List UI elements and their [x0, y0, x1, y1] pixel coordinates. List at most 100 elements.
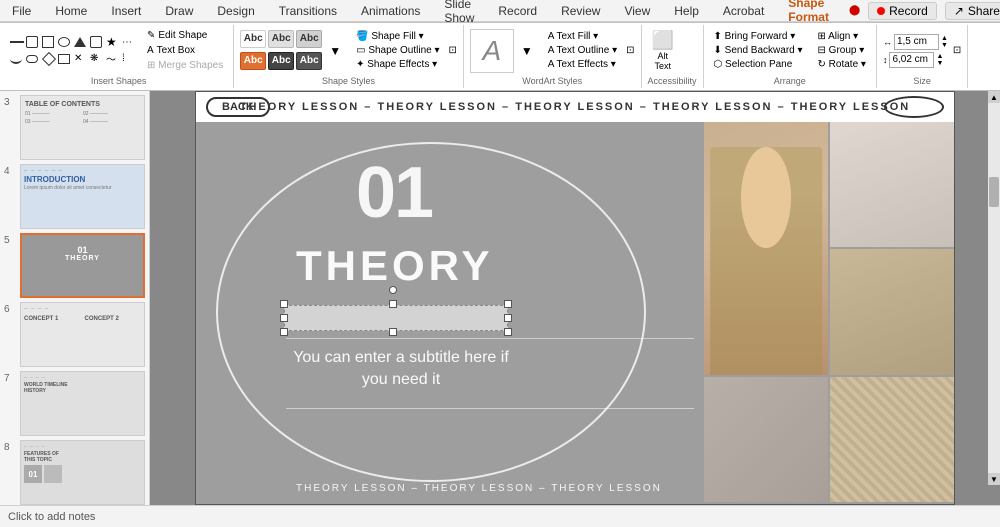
vertical-scrollbar[interactable]: ▲ ▼	[988, 91, 1000, 485]
menu-help[interactable]: Help	[670, 2, 703, 20]
width-input[interactable]	[894, 34, 939, 50]
scroll-down-btn[interactable]: ▼	[988, 473, 1000, 485]
bring-forward-btn[interactable]: ⬆ Bring Forward ▾	[710, 30, 807, 43]
style-abc-3[interactable]: Abc	[296, 30, 322, 48]
scroll-thumb[interactable]	[989, 177, 999, 207]
selection-handle-tl[interactable]	[280, 300, 288, 308]
shape-more[interactable]: ⋯	[122, 37, 136, 48]
shape-cloud[interactable]	[26, 55, 38, 63]
canvas-area: BACK THEORY LESSON – THEORY LESSON – THE…	[150, 91, 1000, 505]
shape-fill-btn[interactable]: 🪣 Shape Fill ▾	[352, 30, 443, 43]
scroll-up-btn[interactable]: ▲	[988, 91, 1000, 103]
selection-handle-ml[interactable]	[280, 314, 288, 322]
menu-draw[interactable]: Draw	[161, 2, 197, 20]
size-content: ↔ ▲▼ ↕ ▲▼ ⊡	[883, 27, 961, 74]
slide-img-4[interactable]: ─ ─ ─ ─ ─ ─ INTRODUCTION Lorem ipsum dol…	[20, 164, 145, 229]
menu-view[interactable]: View	[620, 2, 654, 20]
shape-diamond[interactable]	[42, 51, 56, 65]
text-effects-btn[interactable]: A Text Effects ▾	[544, 58, 621, 71]
share-button[interactable]: ↗ Share	[945, 2, 1000, 20]
menu-transitions[interactable]: Transitions	[275, 2, 341, 20]
arrange-col1: ⬆ Bring Forward ▾ ⬇ Send Backward ▾ ⬡ Se…	[710, 30, 807, 71]
menu-review[interactable]: Review	[557, 2, 604, 20]
slide-thumb-7[interactable]: 7 ─ ─ ─ ─ WORLD TIMELINEHISTORY	[4, 371, 145, 436]
slide-canvas[interactable]: BACK THEORY LESSON – THEORY LESSON – THE…	[195, 91, 955, 505]
photo-grid	[704, 122, 954, 504]
selection-handle-tc[interactable]	[389, 300, 397, 308]
style-abc-5[interactable]: Abc	[268, 52, 294, 70]
wordart-expand[interactable]: ⊡	[626, 45, 634, 56]
shape-hex[interactable]	[58, 54, 70, 64]
style-scroll-down[interactable]: ▼	[329, 44, 341, 58]
shape-curve[interactable]	[10, 54, 22, 64]
slide-subtitle[interactable]: You can enter a subtitle here if you nee…	[286, 347, 516, 392]
shape-effects-btn[interactable]: ✦ Shape Effects ▾	[352, 58, 443, 71]
shape-rect[interactable]	[42, 36, 54, 48]
photo-cell-2	[830, 122, 954, 247]
group-btn[interactable]: ⊟ Group ▾	[814, 44, 870, 57]
menu-file[interactable]: File	[8, 2, 35, 20]
edit-shape-btn[interactable]: ✎ Edit Shape	[143, 29, 227, 42]
shape-outline-btn[interactable]: ▭ Shape Outline ▾	[352, 44, 443, 57]
slide-img-8[interactable]: ─ ─ ─ ─ FEATURES OFTHIS TOPIC 01	[20, 440, 145, 505]
shape-star[interactable]: ★	[106, 35, 120, 49]
selection-pane-btn[interactable]: ⬡ Selection Pane	[710, 58, 807, 71]
style-abc-6[interactable]: Abc	[296, 52, 322, 70]
scroll-track[interactable]	[988, 103, 1000, 473]
alt-text-btn[interactable]: ⬜ AltText	[648, 28, 678, 73]
merge-shapes-btn[interactable]: ⊞ Merge Shapes	[143, 59, 227, 72]
shape-x[interactable]: ✕	[74, 53, 88, 64]
height-input[interactable]	[889, 52, 934, 68]
menu-record[interactable]: Record	[494, 2, 541, 20]
slide-img-3[interactable]: TABLE OF CONTENTS 01 ─────02 ───── 03 ──…	[20, 95, 145, 160]
menu-design[interactable]: Design	[213, 2, 258, 20]
selection-handle-tr[interactable]	[504, 300, 512, 308]
selection-handle-bc[interactable]	[389, 328, 397, 336]
slide-thumb-4[interactable]: 4 ─ ─ ─ ─ ─ ─ INTRODUCTION Lorem ipsum d…	[4, 164, 145, 229]
width-spinner[interactable]: ▲▼	[941, 35, 948, 49]
text-box-btn[interactable]: A Text Box	[143, 44, 227, 57]
shape-line[interactable]	[10, 41, 24, 43]
slide-oval-right	[884, 96, 944, 118]
shape-oval[interactable]	[58, 37, 70, 47]
slide-img-7[interactable]: ─ ─ ─ ─ WORLD TIMELINEHISTORY	[20, 371, 145, 436]
align-btn[interactable]: ⊞ Align ▾	[814, 30, 870, 43]
slide-thumb-6[interactable]: 6 ─ ─ ─ ─ CONCEPT 1 CONCEPT 2	[4, 302, 145, 367]
slide-img-6[interactable]: ─ ─ ─ ─ CONCEPT 1 CONCEPT 2	[20, 302, 145, 367]
rotate-btn[interactable]: ↻ Rotate ▾	[814, 58, 870, 71]
wordart-preview[interactable]: A	[470, 29, 514, 73]
slide-thumb-5[interactable]: 5 01 THEORY	[4, 233, 145, 298]
menu-acrobat[interactable]: Acrobat	[719, 2, 768, 20]
style-abc-4[interactable]: Abc	[240, 52, 266, 70]
slide-num-3: 3	[4, 95, 16, 108]
shape-pentagon[interactable]	[90, 36, 102, 48]
selection-handle-bl[interactable]	[280, 328, 288, 336]
slide-img-5[interactable]: 01 THEORY	[20, 233, 145, 298]
shape-arrow[interactable]	[26, 36, 38, 48]
height-spinner[interactable]: ▲▼	[936, 53, 943, 67]
shape-wave[interactable]: 〜	[106, 51, 120, 66]
shape-tri[interactable]	[74, 37, 86, 47]
record-button[interactable]: Record	[868, 2, 937, 20]
shape-extra[interactable]: ⁞	[122, 53, 136, 64]
menu-home[interactable]: Home	[51, 2, 91, 20]
selection-handle-mr[interactable]	[504, 314, 512, 322]
size-expand[interactable]: ⊡	[953, 45, 961, 56]
slide-title: THEORY	[296, 242, 493, 290]
shape-flower[interactable]: ❋	[90, 53, 104, 64]
style-abc-2[interactable]: Abc	[268, 30, 294, 48]
menu-insert[interactable]: Insert	[107, 2, 145, 20]
ribbon-group-arrange: ⬆ Bring Forward ▾ ⬇ Send Backward ▾ ⬡ Se…	[704, 25, 877, 88]
style-abc-1[interactable]: Abc	[240, 30, 266, 48]
wordart-scroll[interactable]: ▼	[521, 44, 533, 58]
shape-styles-expand[interactable]: ⊡	[449, 45, 457, 56]
back-button[interactable]: BACK	[206, 97, 270, 117]
slide-thumb-3[interactable]: 3 TABLE OF CONTENTS 01 ─────02 ───── 03 …	[4, 95, 145, 160]
text-fill-btn[interactable]: A Text Fill ▾	[544, 30, 621, 43]
rotate-handle[interactable]	[389, 286, 397, 294]
menu-animations[interactable]: Animations	[357, 2, 424, 20]
text-outline-btn[interactable]: A Text Outline ▾	[544, 44, 621, 57]
selection-handle-br[interactable]	[504, 328, 512, 336]
send-backward-btn[interactable]: ⬇ Send Backward ▾	[710, 44, 807, 57]
slide-thumb-8[interactable]: 8 ─ ─ ─ ─ FEATURES OFTHIS TOPIC 01	[4, 440, 145, 505]
